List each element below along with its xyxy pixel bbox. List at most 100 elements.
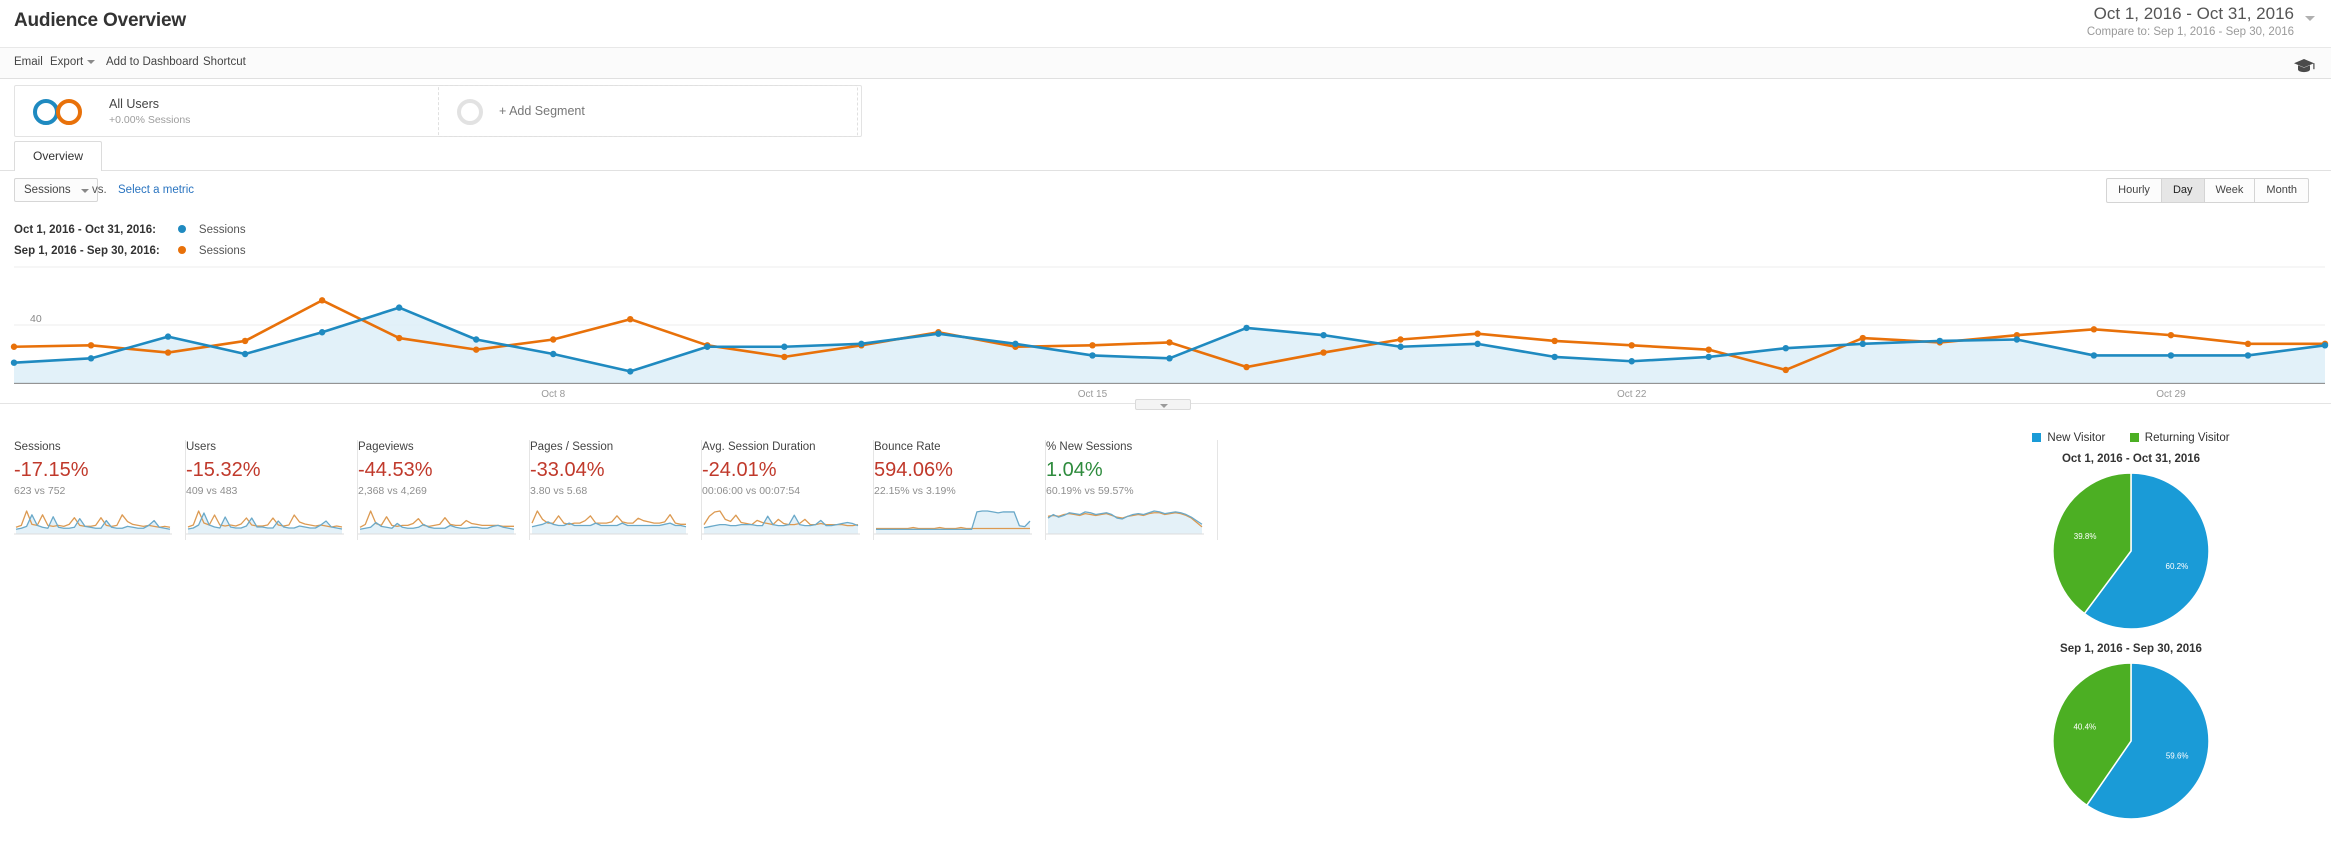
email-button[interactable]: Email: [14, 56, 43, 68]
metric-card-sparkline: [702, 510, 860, 535]
legend-dot-orange-icon: [178, 245, 187, 254]
add-segment-button[interactable]: + Add Segment: [438, 85, 858, 137]
select-a-metric-link[interactable]: Select a metric: [118, 184, 194, 196]
date-range-picker[interactable]: Oct 1, 2016 - Oct 31, 2016 Compare to: S…: [2087, 4, 2294, 39]
analytics-audience-overview-page: Audience Overview Oct 1, 2016 - Oct 31, …: [0, 0, 2331, 857]
segment-subtitle: +0.00% Sessions: [109, 114, 191, 126]
granularity-day[interactable]: Day: [2161, 178, 2205, 203]
svg-text:Oct 22: Oct 22: [1617, 389, 1647, 399]
export-button[interactable]: Export: [50, 56, 96, 68]
metric-card-percent: -33.04%: [530, 459, 605, 481]
granularity-month[interactable]: Month: [2255, 178, 2309, 203]
legend-swatch-blue-icon: [2032, 433, 2042, 443]
sessions-chart-svg: 40 80 Oct 8 Oct 15 Oct 22 Oct 29: [10, 265, 2329, 399]
metric-card-comparison: 22.15% vs 3.19%: [874, 485, 956, 497]
metric-card-bounce-rate[interactable]: Bounce Rate 594.06% 22.15% vs 3.19%: [874, 440, 1046, 540]
vs-label: vs.: [92, 184, 107, 196]
legend-primary-metric: Sessions: [198, 224, 246, 236]
metric-dropdown[interactable]: Sessions: [14, 178, 98, 202]
legend-dot-blue-icon: [178, 224, 187, 233]
metric-card-sessions[interactable]: Sessions -17.15% 623 vs 752: [14, 440, 186, 540]
chevron-down-icon: [87, 59, 96, 64]
segment-rings: [33, 99, 95, 127]
chevron-down-icon[interactable]: [2305, 16, 2315, 21]
pie-title-compare: Sep 1, 2016 - Sep 30, 2016: [2060, 643, 2202, 655]
shortcut-button[interactable]: Shortcut: [203, 56, 246, 68]
pie-slice-label: 39.8%: [2074, 532, 2097, 541]
legend-swatch-green-icon: [2129, 433, 2139, 443]
report-toolbar: Email Export Add to Dashboard Shortcut: [0, 47, 2331, 79]
pie-legend-returning-label: Returning Visitor: [2144, 432, 2230, 444]
add-segment-label: + Add Segment: [499, 104, 585, 118]
date-range-compare: Compare to: Sep 1, 2016 - Sep 30, 2016: [2086, 26, 2294, 38]
graduation-cap-icon[interactable]: [2291, 56, 2317, 74]
sessions-timeseries-chart[interactable]: 40 80 Oct 8 Oct 15 Oct 22 Oct 29: [0, 265, 2331, 399]
metric-card-users[interactable]: Users -15.32% 409 vs 483: [186, 440, 358, 540]
chart-legend: Oct 1, 2016 - Oct 31, 2016: Sessions Sep…: [14, 220, 246, 262]
export-label: Export: [50, 56, 84, 68]
metric-card-comparison: 2,368 vs 4,269: [358, 485, 427, 497]
legend-compare-range: Sep 1, 2016 - Sep 30, 2016:: [14, 245, 160, 257]
metric-card-pages-session[interactable]: Pages / Session -33.04% 3.80 vs 5.68: [530, 440, 702, 540]
legend-compare-metric: Sessions: [198, 245, 246, 257]
metric-card-avg-session-duration[interactable]: Avg. Session Duration -24.01% 00:06:00 vs …: [702, 440, 874, 540]
page-header: Audience Overview Oct 1, 2016 - Oct 31, …: [0, 0, 2331, 47]
tabs-divider: [0, 170, 2331, 171]
pie-legend-new-visitor: New Visitor: [2032, 432, 2105, 444]
metric-card-new-sessions[interactable]: % New Sessions 1.04% 60.19% vs 59.57%: [1046, 440, 1218, 540]
pie-slice-label: 40.4%: [2073, 723, 2096, 732]
metric-card-label: Sessions: [14, 441, 61, 453]
segment-bar: All Users +0.00% Sessions + Add Segment: [0, 79, 2331, 141]
metric-card-sparkline: [530, 510, 688, 535]
report-tabs: Overview: [0, 141, 2331, 171]
svg-text:Oct 15: Oct 15: [1078, 389, 1108, 399]
metric-card-label: Pages / Session: [530, 441, 614, 453]
metric-card-label: % New Sessions: [1046, 441, 1133, 453]
svg-text:Oct 8: Oct 8: [541, 389, 565, 399]
pie-compare-svg: 59.6% 40.4%: [2052, 662, 2210, 820]
date-range-value: Oct 1, 2016 - Oct 31, 2016: [2093, 4, 2294, 23]
metric-card-percent: -17.15%: [14, 459, 89, 481]
pie-legend-new-label: New Visitor: [2047, 432, 2106, 444]
tab-overview[interactable]: Overview: [14, 141, 103, 171]
pie-slice-label: 60.2%: [2166, 562, 2189, 571]
granularity-group: Hourly Day Week Month: [2106, 178, 2309, 203]
pie-chart-current[interactable]: 60.2% 39.8%: [1931, 471, 2331, 636]
visitor-type-panel: New Visitor Returning Visitor Oct 1, 201…: [1931, 425, 2331, 857]
metric-dropdown-value: Sessions: [24, 184, 71, 196]
metric-card-label: Users: [186, 441, 217, 453]
metric-card-sparkline: [1046, 510, 1204, 535]
svg-text:80: 80: [30, 265, 42, 267]
pie-legend: New Visitor Returning Visitor: [1931, 428, 2331, 446]
metric-card-comparison: 623 vs 752: [14, 485, 66, 497]
pie-current-svg: 60.2% 39.8%: [2052, 472, 2210, 630]
svg-text:40: 40: [30, 313, 42, 325]
pie-slice-label: 59.6%: [2166, 751, 2189, 760]
granularity-week[interactable]: Week: [2204, 178, 2256, 203]
segment-ring-orange-icon: [56, 99, 82, 125]
segment-ring-empty-icon: [457, 99, 483, 125]
pie-title-current: Oct 1, 2016 - Oct 31, 2016: [2061, 453, 2201, 465]
page-title: Audience Overview: [14, 10, 186, 31]
chart-scroll-handle[interactable]: [1135, 399, 1191, 410]
metric-card-comparison: 3.80 vs 5.68: [530, 485, 588, 497]
metric-card-percent: -24.01%: [702, 459, 777, 481]
chart-scroll-rail: [0, 399, 2331, 410]
metric-card-label: Bounce Rate: [874, 441, 941, 453]
metric-card-percent: -15.32%: [186, 459, 261, 481]
metric-card-comparison: 00:06:00 vs 00:07:54: [702, 485, 801, 497]
legend-row-primary: Oct 1, 2016 - Oct 31, 2016: Sessions: [14, 220, 246, 241]
metric-card-comparison: 409 vs 483: [186, 485, 238, 497]
metric-card-pageviews[interactable]: Pageviews -44.53% 2,368 vs 4,269: [358, 440, 530, 540]
granularity-hourly[interactable]: Hourly: [2106, 178, 2162, 203]
legend-row-compare: Sep 1, 2016 - Sep 30, 2016: Sessions: [14, 241, 246, 262]
add-segment-rings: [457, 99, 487, 127]
metric-summary-cards: Sessions -17.15% 623 vs 752 Users -15.32% 409…: [14, 440, 1218, 540]
pie-chart-compare[interactable]: 59.6% 40.4%: [1931, 661, 2331, 826]
metric-card-sparkline: [874, 510, 1032, 535]
pie-legend-returning-visitor: Returning Visitor: [2129, 432, 2230, 444]
add-to-dashboard-button[interactable]: Add to Dashboard: [106, 56, 199, 68]
metric-card-sparkline: [358, 510, 516, 535]
svg-text:Oct 29: Oct 29: [2156, 389, 2186, 399]
metric-card-sparkline: [14, 510, 172, 535]
